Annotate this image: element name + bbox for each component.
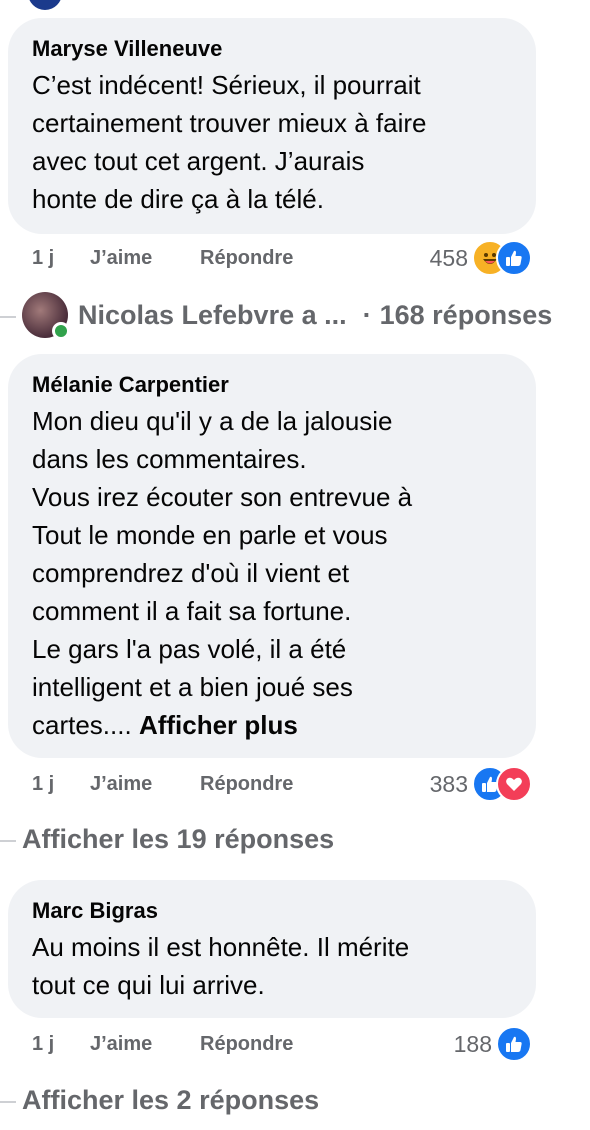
see-more-link[interactable]: Afficher plus [139,710,298,740]
love-icon [496,766,532,802]
comment-line: Vous irez écouter son entrevue à [32,482,413,512]
thread-connector [0,316,16,318]
comment-author[interactable]: Mélanie Carpentier [32,372,512,398]
comment-bubble: Marc Bigras Au moins il est honnête. Il … [8,880,536,1018]
reply-button[interactable]: Répondre [200,769,293,799]
comment-bubble: Mélanie Carpentier Mon dieu qu'il y a de… [8,354,536,758]
comment-line: comprendrez d'où il vient et [32,558,350,588]
comment-actions: 1 j J’aime Répondre 188 [32,1026,532,1062]
like-icon [496,1026,532,1062]
avatar[interactable] [22,292,70,340]
reply-button[interactable]: Répondre [200,1029,293,1059]
comment-timestamp[interactable]: 1 j [32,769,54,799]
comment-line: certainement trouver mieux à faire [32,108,427,138]
comment-bubble: Maryse Villeneuve C’est indécent! Sérieu… [8,18,536,234]
reaction-summary[interactable]: 188 [453,1026,532,1062]
like-icon [496,240,532,276]
comment-timestamp[interactable]: 1 j [32,1029,54,1059]
comment-line: Au moins il est honnête. Il mérite [32,932,410,962]
online-status-icon [52,322,70,340]
comment-line: Mon dieu qu'il y a de la jalousie [32,406,393,436]
comment-line: C’est indécent! Sérieux, il pourrait [32,70,421,100]
reaction-count: 458 [429,244,468,271]
comment-text: Mon dieu qu'il y a de la jalousie dans l… [32,402,512,744]
comment-line: dans les commentaires. [32,444,307,474]
thread-connector [0,1101,16,1103]
thread-connector [0,840,16,842]
comment-line: intelligent et a bien joué ses [32,672,353,702]
comment-actions: 1 j J’aime Répondre 383 [32,766,532,802]
reply-button[interactable]: Répondre [200,243,293,273]
comment-author[interactable]: Marc Bigras [32,898,512,924]
show-replies-link[interactable]: Afficher les 2 réponses [22,1085,319,1116]
comment-line: cartes.... Afficher plus [32,706,512,744]
reply-author[interactable]: Nicolas Lefebvre a ... [78,300,347,331]
avatar[interactable] [26,0,64,12]
comment-line: honte de dire ça à la télé. [32,184,324,214]
comment-text: C’est indécent! Sérieux, il pourrait cer… [32,66,512,218]
show-replies-link[interactable]: Afficher les 19 réponses [22,824,334,855]
reaction-count: 188 [453,1030,492,1057]
reply-preview[interactable]: Nicolas Lefebvre a ... · 168 réponses [22,290,552,340]
comment-author[interactable]: Maryse Villeneuve [32,36,512,62]
reaction-count: 383 [429,770,468,797]
comment-line: avec tout cet argent. J’aurais [32,146,365,176]
comment-timestamp[interactable]: 1 j [32,243,54,273]
reaction-summary[interactable]: 458 [429,240,532,276]
comment-line: tout ce qui lui arrive. [32,970,265,1000]
comment-line-text: cartes.... [32,710,132,740]
separator: · [362,299,372,330]
comment-actions: 1 j J’aime Répondre 458 [32,240,532,276]
reaction-summary[interactable]: 383 [429,766,532,802]
reply-count[interactable]: 168 réponses [380,300,553,331]
like-button[interactable]: J’aime [90,769,152,799]
like-button[interactable]: J’aime [90,243,152,273]
comment-line: Tout le monde en parle et vous [32,520,388,550]
comment-line: comment il a fait sa fortune. [32,596,352,626]
comment-text: Au moins il est honnête. Il mérite tout … [32,928,512,1004]
like-button[interactable]: J’aime [90,1029,152,1059]
comment-line: Le gars l'a pas volé, il a été [32,634,347,664]
